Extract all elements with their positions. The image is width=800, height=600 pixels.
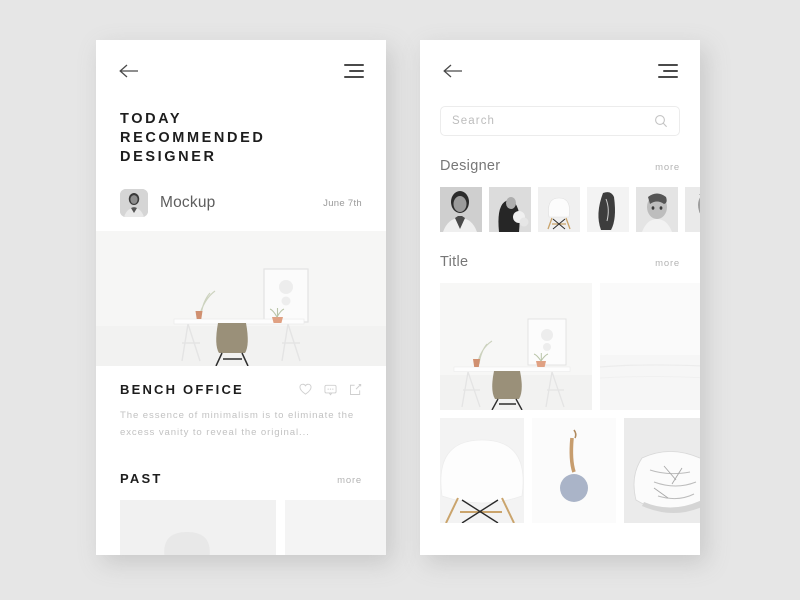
left-phone-screen: TODAY RECOMMENDED DESIGNER Mockup June 7… [96,40,386,555]
title-more-link[interactable]: more [655,258,680,269]
right-phone-screen: Designer more [420,40,700,555]
designer-thumbnail[interactable] [636,187,678,232]
gallery-tile[interactable] [624,418,700,523]
designer-section-title: Designer [440,158,501,174]
post-header: BENCH OFFICE [96,366,386,397]
search-input[interactable] [452,115,654,127]
past-tile[interactable] [285,500,386,555]
past-section-header: PAST more [96,441,386,486]
title-section-header: Title more [420,232,700,270]
right-topbar [420,40,700,102]
gallery-tile[interactable] [532,418,616,523]
arrow-left-icon[interactable] [118,63,140,79]
gallery-tile[interactable] [600,283,700,410]
page-title-line-1: TODAY [120,111,183,127]
post-actions [299,383,362,396]
post-title: BENCH OFFICE [120,382,244,397]
author-name: Mockup [160,194,216,211]
post-description: The essence of minimalism is to eliminat… [120,410,355,438]
hero-image[interactable] [96,231,386,366]
designer-thumbnail[interactable] [489,187,531,232]
gallery-tile[interactable] [440,418,524,523]
page-title: TODAY RECOMMENDED DESIGNER [96,102,386,167]
comment-icon[interactable] [324,383,337,396]
gallery-grid [420,270,700,523]
title-section-title: Title [440,254,469,270]
gallery-tile[interactable] [440,283,592,410]
author-date: June 7th [323,197,362,209]
past-tile[interactable] [120,500,276,555]
search-bar [420,102,700,136]
designer-thumbnail[interactable] [538,187,580,232]
arrow-left-icon[interactable] [442,63,464,79]
hamburger-menu-icon[interactable] [658,64,678,78]
page-title-line-3: DESIGNER [120,149,217,165]
search-icon[interactable] [654,114,668,128]
search-box[interactable] [440,106,680,136]
share-icon[interactable] [349,383,362,396]
past-section-title: PAST [120,471,163,486]
gallery-row [440,418,700,523]
designer-thumbnail[interactable] [685,187,700,232]
designer-more-link[interactable]: more [655,162,680,173]
author-row[interactable]: Mockup June 7th [96,167,386,231]
hamburger-menu-icon[interactable] [344,64,364,78]
left-topbar [96,40,386,102]
avatar [120,189,148,217]
screenshot-stage: TODAY RECOMMENDED DESIGNER Mockup June 7… [0,0,800,600]
designer-thumbnail[interactable] [587,187,629,232]
past-more-link[interactable]: more [337,475,362,486]
page-title-line-2: RECOMMENDED [120,130,266,146]
past-tiles-row [96,486,386,555]
heart-icon[interactable] [299,383,312,396]
designer-thumbnail[interactable] [440,187,482,232]
designer-thumbnail-row [420,174,700,232]
gallery-row [440,283,700,410]
designer-section-header: Designer more [420,136,700,174]
